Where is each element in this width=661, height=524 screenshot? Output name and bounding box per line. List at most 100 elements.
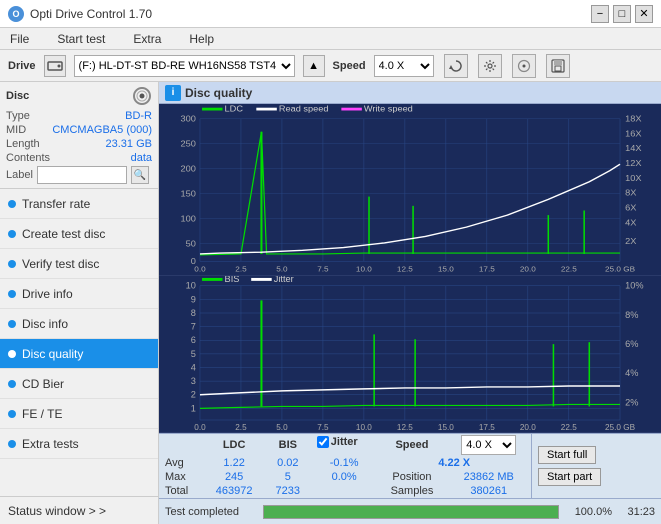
menu-help[interactable]: Help [183, 30, 220, 48]
nav-dot [8, 290, 16, 298]
svg-text:150: 150 [181, 189, 196, 198]
svg-text:10.0: 10.0 [356, 423, 373, 432]
stats-col-empty [159, 434, 203, 456]
svg-text:2.5: 2.5 [235, 423, 247, 432]
svg-text:12X: 12X [625, 158, 642, 167]
sidebar-item-transfer-rate[interactable]: Transfer rate [0, 189, 158, 219]
sidebar-item-fe-te[interactable]: FE / TE [0, 399, 158, 429]
svg-text:50: 50 [186, 239, 196, 248]
svg-text:7: 7 [191, 322, 196, 332]
svg-text:250: 250 [181, 139, 196, 148]
sidebar-item-verify-test-disc[interactable]: Verify test disc [0, 249, 158, 279]
sidebar-item-cd-bier[interactable]: CD Bier [0, 369, 158, 399]
sidebar-item-label: Create test disc [22, 227, 105, 241]
toolbar-settings-icon[interactable] [478, 54, 502, 78]
start-full-button[interactable]: Start full [538, 446, 596, 464]
svg-text:6: 6 [191, 336, 196, 346]
progress-time: 31:23 [620, 506, 655, 518]
app-title: Opti Drive Control 1.70 [30, 7, 152, 21]
nav-dot [8, 230, 16, 238]
svg-text:0.0: 0.0 [194, 423, 206, 432]
title-bar-controls: − □ ✕ [591, 5, 653, 23]
toolbar-save-icon[interactable] [546, 54, 570, 78]
bottom-chart: 10 9 8 7 6 5 4 3 2 1 10% 8% 6% 4% 2% [159, 276, 661, 433]
svg-text:4X: 4X [625, 218, 636, 227]
nav-dot [8, 380, 16, 388]
disc-mid-row: MID CMCMAGBA5 (000) [6, 124, 152, 136]
svg-text:10X: 10X [625, 173, 642, 182]
svg-text:Read speed: Read speed [279, 104, 329, 113]
toolbar-refresh-icon[interactable] [444, 54, 468, 78]
sidebar-item-label: CD Bier [22, 377, 64, 391]
close-button[interactable]: ✕ [635, 5, 653, 23]
disc-contents-label: Contents [6, 152, 50, 164]
svg-text:200: 200 [181, 164, 196, 173]
nav-dot [8, 440, 16, 448]
menu-file[interactable]: File [4, 30, 35, 48]
drive-label: Drive [8, 60, 36, 72]
stats-avg-ldc: 1.22 [203, 456, 264, 470]
eject-icon[interactable]: ▲ [303, 55, 325, 77]
minimize-button[interactable]: − [591, 5, 609, 23]
disc-label-edit-button[interactable]: 🔍 [131, 166, 149, 184]
svg-text:8X: 8X [625, 188, 636, 197]
toolbar-disc-icon[interactable] [512, 54, 536, 78]
svg-text:22.5: 22.5 [561, 265, 578, 274]
menu-start-test[interactable]: Start test [51, 30, 111, 48]
main-area: Disc Type BD-R MID CMCMAGBA5 (000) Lengt… [0, 82, 661, 524]
svg-text:Write speed: Write speed [364, 104, 413, 113]
disc-header: Disc [6, 86, 152, 106]
progress-status: Test completed [165, 506, 255, 518]
stats-buttons: Start full Start part [531, 434, 661, 498]
svg-text:4: 4 [191, 363, 196, 373]
svg-text:20.0: 20.0 [520, 265, 537, 274]
svg-text:7.5: 7.5 [317, 265, 329, 274]
progress-track [263, 505, 559, 519]
svg-text:10%: 10% [625, 281, 643, 291]
nav-dot [8, 260, 16, 268]
sidebar-item-extra-tests[interactable]: Extra tests [0, 429, 158, 459]
svg-text:16X: 16X [625, 129, 642, 138]
svg-text:20.0: 20.0 [520, 423, 537, 432]
svg-text:5.0: 5.0 [276, 423, 288, 432]
sidebar-item-label: Drive info [22, 287, 73, 301]
jitter-label: Jitter [331, 436, 358, 448]
drive-select[interactable]: (F:) HL-DT-ST BD-RE WH16NS58 TST4 [74, 55, 295, 77]
disc-label-input[interactable] [37, 166, 127, 184]
stats-max-label: Max [159, 470, 203, 484]
app-icon: O [8, 6, 24, 22]
disc-label-label: Label [6, 169, 33, 181]
stats-col-jitter-check: Jitter [311, 434, 378, 449]
start-part-button[interactable]: Start part [538, 468, 601, 486]
sidebar-item-disc-info[interactable]: Disc info [0, 309, 158, 339]
status-window-button[interactable]: Status window > > [0, 496, 158, 524]
menu-extra[interactable]: Extra [127, 30, 167, 48]
disc-quality-icon: i [165, 85, 181, 101]
svg-text:25.0 GB: 25.0 GB [605, 423, 635, 432]
stats-position-val: 23862 MB [447, 470, 531, 484]
nav-dot [8, 410, 16, 418]
sidebar-item-create-test-disc[interactable]: Create test disc [0, 219, 158, 249]
progress-bar-area: Test completed 100.0% 31:23 [159, 498, 661, 524]
disc-length-value: 23.31 GB [106, 138, 152, 150]
sidebar: Disc Type BD-R MID CMCMAGBA5 (000) Lengt… [0, 82, 159, 524]
stats-total-row: Total 463972 7233 Samples 380261 [159, 484, 531, 498]
stats-header-row: LDC BIS Jitter Speed 4.0 X [159, 434, 531, 456]
stats-max-ldc: 245 [203, 470, 264, 484]
svg-text:4%: 4% [625, 369, 638, 379]
stats-speed-select[interactable]: 4.0 X [461, 435, 516, 455]
svg-text:6%: 6% [625, 340, 638, 350]
svg-text:300: 300 [181, 114, 196, 123]
jitter-checkbox[interactable] [317, 436, 329, 448]
sidebar-item-drive-info[interactable]: Drive info [0, 279, 158, 309]
svg-text:12.5: 12.5 [397, 265, 414, 274]
svg-text:2: 2 [191, 390, 196, 400]
maximize-button[interactable]: □ [613, 5, 631, 23]
svg-text:BIS: BIS [225, 276, 240, 284]
svg-text:7.5: 7.5 [317, 423, 329, 432]
title-bar-left: O Opti Drive Control 1.70 [8, 6, 152, 22]
stats-avg-label: Avg [159, 456, 203, 470]
speed-select[interactable]: 4.0 X [374, 55, 434, 77]
svg-text:Jitter: Jitter [274, 276, 294, 284]
sidebar-item-disc-quality[interactable]: Disc quality [0, 339, 158, 369]
